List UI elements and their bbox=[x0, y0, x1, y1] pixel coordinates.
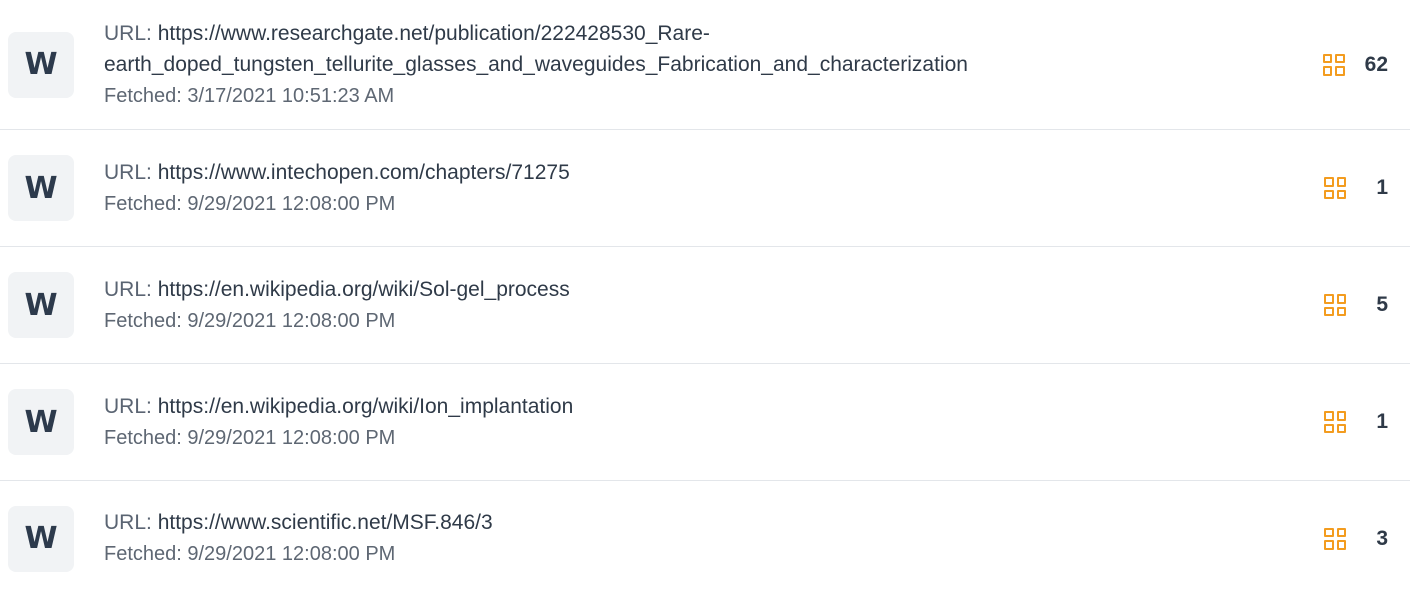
url-label: URL: bbox=[104, 277, 152, 301]
match-count-area[interactable]: 5 bbox=[1268, 293, 1388, 317]
match-count-area[interactable]: 1 bbox=[1268, 176, 1388, 200]
match-count-area[interactable]: 3 bbox=[1268, 527, 1388, 551]
source-list: W URL: https://www.researchgate.net/publ… bbox=[0, 0, 1410, 596]
url-label: URL: bbox=[104, 394, 152, 418]
source-type-badge: W bbox=[8, 31, 74, 98]
match-count-area[interactable]: 62 bbox=[1268, 53, 1388, 77]
source-info: URL: https://en.wikipedia.org/wiki/Ion_i… bbox=[104, 391, 1268, 454]
source-type-badge: W bbox=[8, 505, 74, 572]
source-url-link-continued[interactable]: earth_doped_tungsten_tellurite_glasses_a… bbox=[104, 49, 1268, 80]
grid-icon[interactable] bbox=[1324, 294, 1346, 316]
match-count: 5 bbox=[1376, 293, 1388, 316]
source-info: URL: https://www.researchgate.net/public… bbox=[104, 18, 1268, 112]
source-row[interactable]: W URL: https://www.researchgate.net/publ… bbox=[0, 0, 1410, 130]
source-row[interactable]: W URL: https://en.wikipedia.org/wiki/Sol… bbox=[0, 247, 1410, 364]
url-label: URL: bbox=[104, 160, 152, 184]
fetched-timestamp: Fetched: 3/17/2021 10:51:23 AM bbox=[104, 84, 395, 107]
grid-icon[interactable] bbox=[1324, 411, 1346, 433]
fetched-timestamp: Fetched: 9/29/2021 12:08:00 PM bbox=[104, 426, 396, 449]
source-url-line: URL: https://en.wikipedia.org/wiki/Sol-g… bbox=[104, 274, 1268, 305]
match-count: 1 bbox=[1376, 176, 1388, 199]
source-url-link[interactable]: https://en.wikipedia.org/wiki/Sol-gel_pr… bbox=[158, 278, 570, 301]
source-info: URL: https://www.intechopen.com/chapters… bbox=[104, 157, 1268, 220]
fetched-timestamp: Fetched: 9/29/2021 12:08:00 PM bbox=[104, 309, 396, 332]
match-count: 62 bbox=[1364, 52, 1388, 76]
grid-icon[interactable] bbox=[1324, 527, 1346, 550]
source-row[interactable]: W URL: https://www.scientific.net/MSF.84… bbox=[0, 481, 1410, 596]
match-count-area[interactable]: 1 bbox=[1268, 410, 1388, 434]
fetched-timestamp: Fetched: 9/29/2021 12:08:00 PM bbox=[104, 192, 396, 215]
source-row[interactable]: W URL: https://www.intechopen.com/chapte… bbox=[0, 130, 1410, 247]
url-label: URL: bbox=[104, 511, 152, 534]
source-row[interactable]: W URL: https://en.wikipedia.org/wiki/Ion… bbox=[0, 364, 1410, 481]
source-type-badge: W bbox=[8, 389, 74, 455]
source-url-link[interactable]: https://www.researchgate.net/publication… bbox=[158, 22, 710, 45]
fetched-timestamp: Fetched: 9/29/2021 12:08:00 PM bbox=[104, 543, 396, 565]
source-info: URL: https://en.wikipedia.org/wiki/Sol-g… bbox=[104, 274, 1268, 337]
url-label: URL: bbox=[104, 21, 152, 45]
source-url-line: URL: https://www.researchgate.net/public… bbox=[104, 18, 1268, 80]
source-url-link[interactable]: https://www.intechopen.com/chapters/7127… bbox=[158, 161, 570, 184]
source-type-badge: W bbox=[8, 272, 74, 338]
grid-icon[interactable] bbox=[1322, 53, 1345, 76]
source-url-link[interactable]: https://en.wikipedia.org/wiki/Ion_implan… bbox=[158, 395, 574, 418]
source-url-line: URL: https://en.wikipedia.org/wiki/Ion_i… bbox=[104, 391, 1268, 422]
source-url-link[interactable]: https://www.scientific.net/MSF.846/3 bbox=[158, 511, 493, 534]
grid-icon[interactable] bbox=[1324, 177, 1346, 199]
match-count: 3 bbox=[1376, 526, 1388, 550]
source-url-line: URL: https://www.scientific.net/MSF.846/… bbox=[104, 507, 1268, 538]
match-count: 1 bbox=[1376, 410, 1388, 433]
source-info: URL: https://www.scientific.net/MSF.846/… bbox=[104, 507, 1268, 570]
source-url-line: URL: https://www.intechopen.com/chapters… bbox=[104, 157, 1268, 188]
source-type-badge: W bbox=[8, 155, 74, 221]
